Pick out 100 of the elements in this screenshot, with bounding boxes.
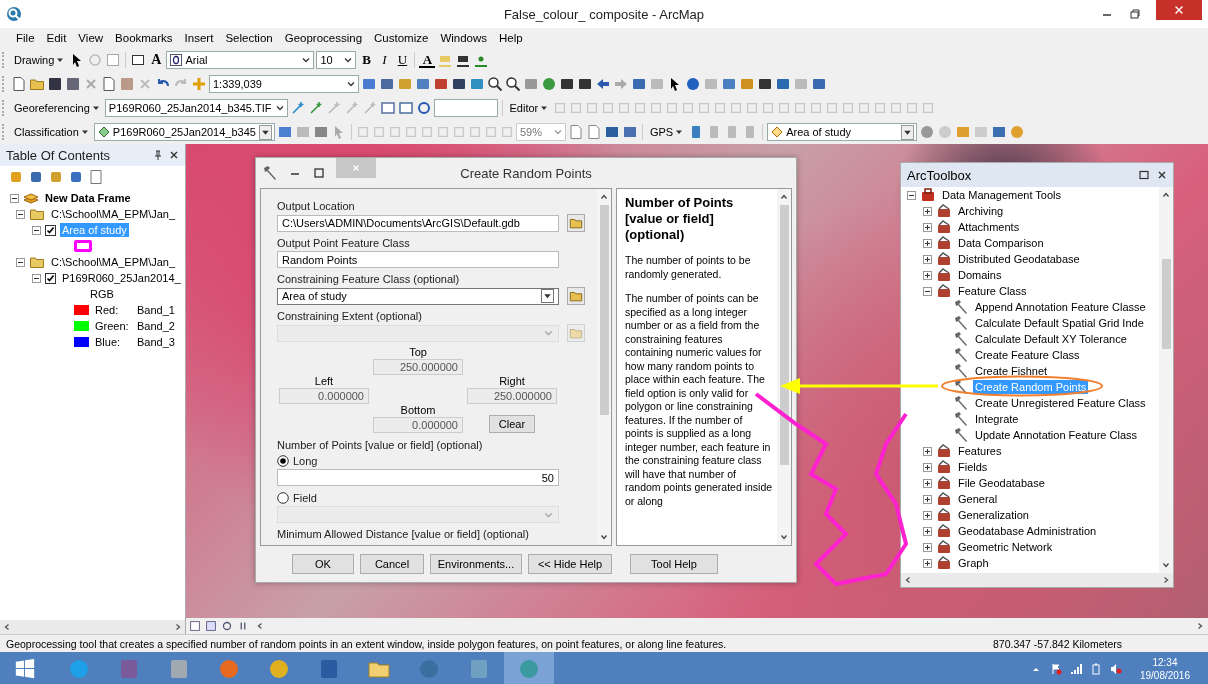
scrollbar-thumb[interactable] bbox=[1161, 259, 1171, 349]
gps-menu[interactable]: GPS bbox=[646, 126, 687, 138]
restore-icon[interactable] bbox=[1128, 7, 1142, 21]
tool-item[interactable]: Create Feature Class bbox=[973, 348, 1082, 362]
tool-item[interactable]: Integrate bbox=[973, 412, 1021, 426]
number-of-points-field[interactable]: 50 bbox=[277, 469, 559, 486]
copy-icon[interactable] bbox=[101, 76, 117, 92]
speaker-icon[interactable] bbox=[1109, 663, 1122, 675]
collapse-icon[interactable] bbox=[923, 286, 932, 296]
scroll-up-icon[interactable] bbox=[780, 193, 788, 201]
expand-icon[interactable] bbox=[923, 526, 932, 536]
italic-button[interactable]: I bbox=[376, 52, 393, 68]
document-icon[interactable] bbox=[11, 76, 27, 92]
font-dropdown[interactable]: Arial bbox=[166, 51, 315, 69]
menu-item[interactable]: Help bbox=[493, 32, 529, 44]
scroll-up-icon[interactable] bbox=[600, 193, 608, 201]
expand-icon[interactable] bbox=[923, 494, 932, 504]
vertical-scrollbar[interactable] bbox=[597, 189, 611, 545]
expand-icon[interactable] bbox=[923, 558, 932, 568]
flag-icon[interactable] bbox=[1049, 663, 1062, 675]
scroll-right-icon[interactable] bbox=[174, 623, 182, 631]
expand-icon[interactable] bbox=[923, 222, 932, 232]
toolset-label[interactable]: Distributed Geodatabase bbox=[956, 252, 1082, 266]
menu-item[interactable]: Windows bbox=[434, 32, 494, 44]
signal-icon[interactable] bbox=[1069, 663, 1082, 675]
start-icon[interactable] bbox=[14, 658, 36, 680]
font-size-dropdown[interactable]: 10 bbox=[316, 51, 357, 69]
layer-dropdown[interactable]: P169R060_25Jan2014_b345.TIF bbox=[104, 99, 288, 117]
scroll-right-icon[interactable] bbox=[1162, 576, 1170, 584]
scroll-up-icon[interactable] bbox=[1162, 191, 1170, 199]
link-table-icon[interactable] bbox=[379, 100, 396, 116]
menu-item[interactable]: Selection bbox=[219, 32, 279, 44]
pin-icon[interactable] bbox=[153, 150, 163, 160]
view-table-icon[interactable] bbox=[397, 100, 414, 116]
add-data-icon[interactable] bbox=[191, 76, 207, 92]
clock-date[interactable]: 19/08/2016 bbox=[1139, 669, 1190, 682]
scroll-left-icon[interactable] bbox=[3, 623, 11, 631]
collapse-icon[interactable] bbox=[32, 273, 41, 283]
georeferencing-menu[interactable]: Georeferencing bbox=[11, 102, 103, 114]
scroll-down-icon[interactable] bbox=[600, 533, 608, 541]
expand-icon[interactable] bbox=[923, 238, 932, 248]
toolset-label[interactable]: Data Comparison bbox=[956, 236, 1046, 250]
polygon-symbol[interactable] bbox=[74, 240, 92, 252]
bold-button[interactable]: B bbox=[358, 52, 375, 68]
clock-time[interactable]: 12:34 bbox=[1152, 656, 1178, 669]
folder-label[interactable]: C:\School\MA_EPM\Jan_ bbox=[49, 207, 178, 221]
toolset-label[interactable]: Fields bbox=[956, 460, 990, 474]
constraining-class-dropdown[interactable]: Area of study bbox=[277, 287, 559, 305]
collapse-icon[interactable] bbox=[32, 225, 41, 235]
radio-button[interactable] bbox=[277, 491, 289, 504]
collapse-icon[interactable] bbox=[907, 190, 916, 200]
transparency-field[interactable] bbox=[433, 99, 498, 117]
collapse-icon[interactable] bbox=[10, 193, 19, 203]
drawing-menu[interactable]: Drawing bbox=[11, 54, 68, 66]
menu-item[interactable]: View bbox=[72, 32, 110, 44]
data-frame-label[interactable]: New Data Frame bbox=[43, 191, 133, 205]
folder-label[interactable]: C:\School\MA_EPM\Jan_ bbox=[49, 255, 178, 269]
close-button[interactable] bbox=[1156, 0, 1202, 20]
toolbox-label[interactable]: Data Management Tools bbox=[940, 188, 1064, 202]
ok-button[interactable]: OK bbox=[292, 554, 354, 574]
page-icon[interactable] bbox=[567, 124, 584, 140]
layout-view-icon[interactable] bbox=[188, 619, 202, 633]
font-color-button[interactable]: A bbox=[419, 52, 436, 68]
expand-icon[interactable] bbox=[923, 270, 932, 280]
toolset-label[interactable]: Features bbox=[956, 444, 1004, 458]
tool-item[interactable]: Update Annotation Feature Class bbox=[973, 428, 1140, 442]
underline-button[interactable]: U bbox=[394, 52, 411, 68]
hide-help-button[interactable]: << Hide Help bbox=[528, 554, 612, 574]
toolset-label[interactable]: Feature Class bbox=[956, 284, 1029, 298]
expand-icon[interactable] bbox=[923, 478, 932, 488]
scroll-left-icon[interactable] bbox=[904, 576, 912, 584]
environments-button[interactable]: Environments... bbox=[430, 554, 522, 574]
band-color-swatch[interactable] bbox=[74, 321, 89, 331]
scroll-right-icon[interactable] bbox=[1196, 622, 1204, 630]
toolset-label[interactable]: File Geodatabase bbox=[956, 476, 1047, 490]
collapse-icon[interactable] bbox=[16, 257, 25, 267]
zoom-in-icon[interactable] bbox=[487, 76, 503, 92]
toolset-label[interactable]: Generalization bbox=[956, 508, 1031, 522]
layer-dropdown[interactable]: P169R060_25Jan2014_b345 bbox=[93, 123, 275, 141]
collapse-icon[interactable] bbox=[16, 209, 25, 219]
expand-icon[interactable] bbox=[923, 446, 932, 456]
output-class-field[interactable]: Random Points bbox=[277, 251, 559, 268]
close-icon[interactable] bbox=[1157, 170, 1167, 180]
browse-button[interactable] bbox=[567, 287, 585, 305]
horizontal-scrollbar[interactable] bbox=[0, 620, 185, 634]
radio-label[interactable]: Long bbox=[293, 453, 318, 468]
toolset-label[interactable]: Geodatabase Administration bbox=[956, 524, 1099, 538]
target-layer-dropdown[interactable]: Area of study bbox=[767, 123, 918, 141]
checkbox[interactable] bbox=[45, 272, 56, 284]
band-color-swatch[interactable] bbox=[74, 337, 89, 347]
expand-icon[interactable] bbox=[923, 510, 932, 520]
tool-item[interactable]: Calculate Default Spatial Grid Inde bbox=[973, 316, 1146, 330]
expand-icon[interactable] bbox=[923, 254, 932, 264]
scrollbar-thumb[interactable] bbox=[599, 205, 609, 415]
toolset-label[interactable]: Graph bbox=[956, 556, 991, 570]
cancel-button[interactable]: Cancel bbox=[360, 554, 424, 574]
options-icon[interactable] bbox=[88, 169, 104, 185]
back-arrow-icon[interactable] bbox=[595, 76, 611, 92]
zoom-percent-dropdown[interactable]: 59% bbox=[515, 123, 566, 141]
expand-icon[interactable] bbox=[923, 206, 932, 216]
